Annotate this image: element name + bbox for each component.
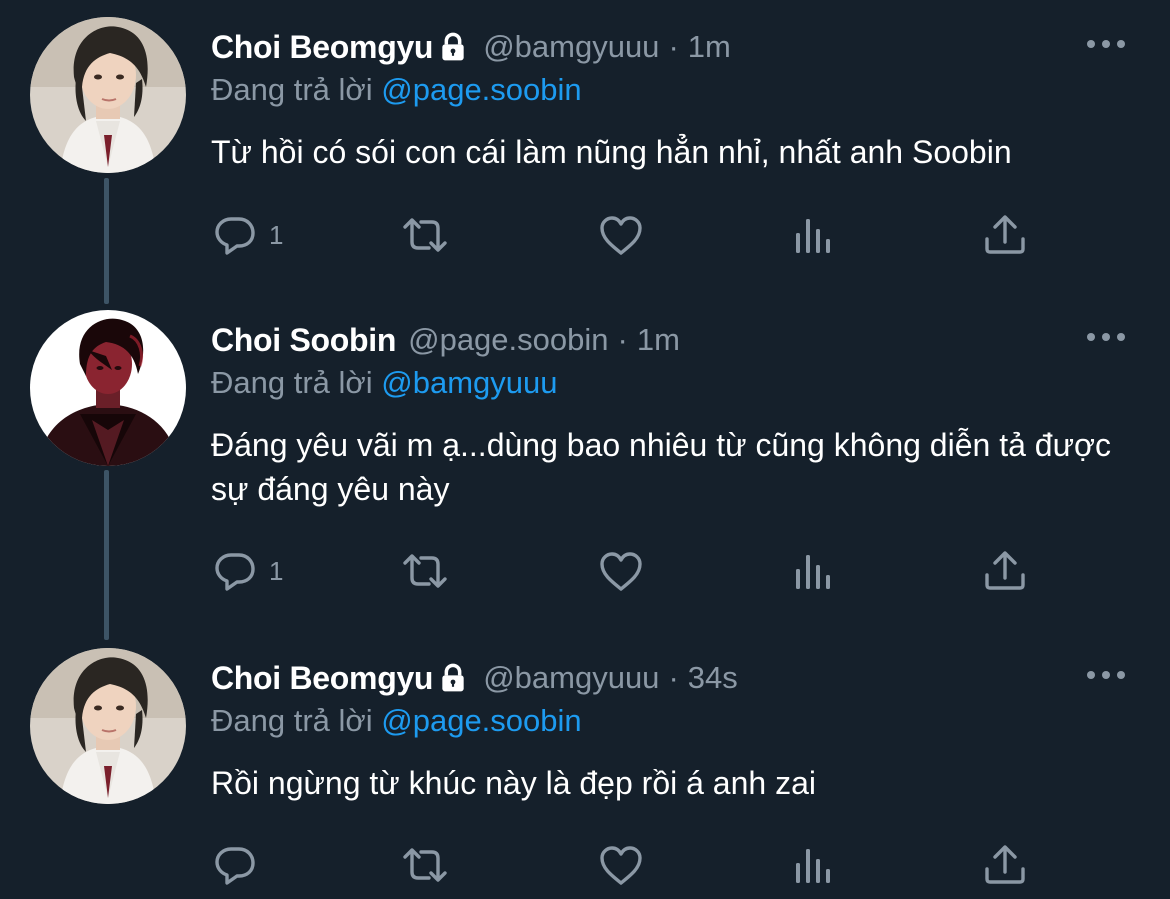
like-button[interactable] [597, 546, 645, 596]
separator-dot: · [617, 322, 628, 357]
separator-dot: · [668, 660, 679, 695]
mention-link[interactable]: @page.soobin [381, 703, 581, 738]
mention-link[interactable]: @page.soobin [381, 72, 581, 107]
tweet-actions: 1 [211, 210, 1061, 260]
tweet-header: Choi Beomgyu @bamgyuuu · 34s [211, 658, 738, 698]
user-handle[interactable]: @bamgyuuu [483, 29, 659, 65]
timestamp[interactable]: 1m [637, 322, 680, 358]
retweet-icon [403, 554, 447, 588]
views-icon [796, 219, 830, 253]
lock-icon [437, 31, 469, 63]
retweet-button[interactable] [401, 210, 449, 260]
display-name[interactable]: Choi Soobin [211, 322, 396, 359]
reply-icon [215, 217, 255, 255]
tweet[interactable]: Choi Soobin @page.soobin · 1m Đang trả l… [0, 293, 1170, 633]
user-handle[interactable]: @page.soobin [408, 322, 608, 358]
tweet[interactable]: Choi Beomgyu @bamgyuuu · 34s Đang trả lờ… [0, 631, 1170, 899]
display-name[interactable]: Choi Beomgyu [211, 29, 433, 66]
tweet-actions [211, 840, 1061, 890]
reply-button[interactable] [211, 840, 269, 890]
mention-link[interactable]: @bamgyuuu [381, 365, 557, 400]
replying-to: Đang trả lời @page.soobin [211, 72, 582, 108]
reply-count: 1 [269, 555, 284, 586]
like-button[interactable] [597, 840, 645, 890]
separator-dot: · [668, 29, 679, 64]
reply-icon [215, 847, 255, 885]
views-button[interactable] [789, 546, 837, 596]
share-icon [985, 845, 1025, 884]
tweet-header: Choi Beomgyu @bamgyuuu · 1m [211, 27, 731, 67]
replying-to: Đang trả lời @page.soobin [211, 703, 582, 739]
retweet-button[interactable] [401, 840, 449, 890]
like-icon [600, 846, 642, 885]
replying-to-label: Đang trả lời [211, 365, 373, 400]
user-handle[interactable]: @bamgyuuu [483, 660, 659, 696]
more-icon[interactable] [1084, 32, 1128, 56]
share-button[interactable] [981, 840, 1029, 890]
share-button[interactable] [981, 210, 1029, 260]
tweet-actions: 1 [211, 546, 1061, 596]
reply-count: 1 [269, 219, 284, 250]
retweet-button[interactable] [401, 546, 449, 596]
tweet-header: Choi Soobin @page.soobin · 1m [211, 320, 680, 360]
share-button[interactable] [981, 546, 1029, 596]
retweet-icon [403, 218, 447, 252]
like-icon [600, 216, 642, 255]
timestamp[interactable]: 34s [688, 660, 738, 696]
lock-icon [437, 662, 469, 694]
like-icon [600, 552, 642, 591]
retweet-icon [403, 848, 447, 882]
more-icon[interactable] [1084, 325, 1128, 349]
views-icon [796, 849, 830, 883]
avatar[interactable] [30, 17, 186, 173]
avatar[interactable] [30, 310, 186, 466]
display-name[interactable]: Choi Beomgyu [211, 660, 433, 697]
reply-button[interactable]: 1 [211, 546, 283, 596]
views-button[interactable] [789, 210, 837, 260]
timestamp[interactable]: 1m [688, 29, 731, 65]
reply-icon [215, 553, 255, 591]
tweet[interactable]: Choi Beomgyu @bamgyuuu · 1m Đang trả lời… [0, 0, 1170, 300]
more-icon[interactable] [1084, 663, 1128, 687]
replying-to-label: Đang trả lời [211, 72, 373, 107]
avatar[interactable] [30, 648, 186, 804]
views-icon [796, 555, 830, 589]
like-button[interactable] [597, 210, 645, 260]
tweet-text: Rồi ngừng từ khúc này là đẹp rồi á anh z… [211, 765, 816, 801]
share-icon [985, 551, 1025, 590]
tweet-text: Từ hồi có sói con cái làm nũng hẳn nhỉ, … [211, 134, 1012, 170]
replying-to: Đang trả lời @bamgyuuu [211, 365, 558, 401]
replying-to-label: Đang trả lời [211, 703, 373, 738]
reply-button[interactable]: 1 [211, 210, 283, 260]
share-icon [985, 215, 1025, 254]
views-button[interactable] [789, 840, 837, 890]
tweet-text: Đáng yêu vãi m ạ...dùng bao nhiêu từ cũn… [211, 427, 1111, 507]
